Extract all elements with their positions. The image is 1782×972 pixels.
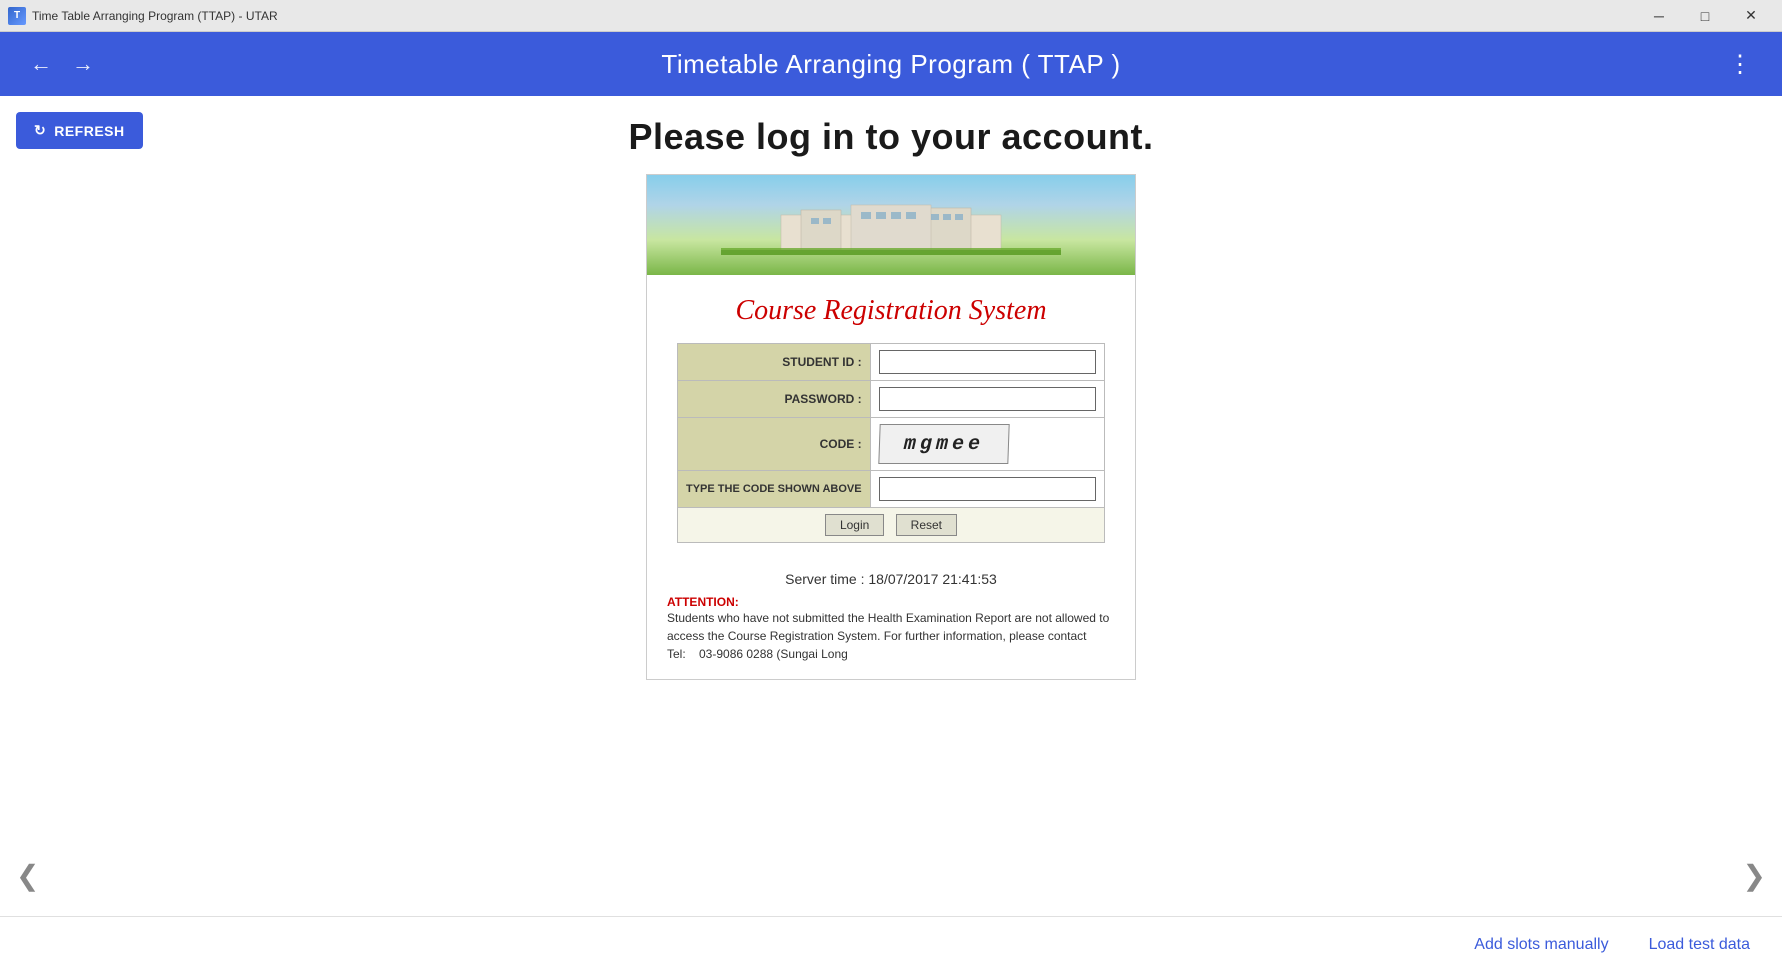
carousel-right-button[interactable]: ❯ xyxy=(1743,859,1766,892)
type-code-label: TYPE THE CODE SHOWN ABOVE xyxy=(678,471,871,508)
building-svg xyxy=(721,200,1061,255)
password-label: PASSWORD : xyxy=(678,381,871,418)
attention-title: ATTENTION: xyxy=(667,595,1115,609)
back-button[interactable]: ← xyxy=(20,47,62,81)
bottom-bar: Add slots manually Load test data xyxy=(0,916,1782,972)
forward-button[interactable]: → xyxy=(62,47,104,81)
server-time: Server time : 18/07/2017 21:41:53 xyxy=(647,559,1135,595)
table-row: CODE : mgmee xyxy=(678,418,1105,471)
btn-row-cell: Login Reset xyxy=(678,508,1105,543)
code-input-cell xyxy=(870,471,1104,508)
web-frame: Course Registration System STUDENT ID : … xyxy=(646,174,1136,680)
password-cell xyxy=(870,381,1104,418)
title-bar-left: T Time Table Arranging Program (TTAP) - … xyxy=(8,7,278,25)
refresh-icon: ↻ xyxy=(34,122,46,139)
university-image xyxy=(647,175,1135,275)
login-button[interactable]: Login xyxy=(825,514,884,536)
close-button[interactable]: ✕ xyxy=(1728,0,1774,32)
app-icon-label: T xyxy=(14,10,20,21)
title-bar: T Time Table Arranging Program (TTAP) - … xyxy=(0,0,1782,32)
course-title: Course Registration System xyxy=(647,275,1135,343)
app-header: ← → Timetable Arranging Program ( TTAP )… xyxy=(0,32,1782,96)
attention-text: Students who have not submitted the Heal… xyxy=(667,609,1115,663)
menu-button[interactable]: ⋮ xyxy=(1718,46,1762,83)
student-id-cell xyxy=(870,344,1104,381)
main-content: ↻ REFRESH Please log in to your account. xyxy=(0,96,1782,972)
refresh-button[interactable]: ↻ REFRESH xyxy=(16,112,143,149)
captcha-cell: mgmee xyxy=(870,418,1104,471)
captcha-text: mgmee xyxy=(903,433,984,456)
captcha-input[interactable] xyxy=(879,477,1096,501)
load-test-data-button[interactable]: Load test data xyxy=(1649,936,1750,954)
reset-button[interactable]: Reset xyxy=(896,514,957,536)
captcha-image: mgmee xyxy=(878,424,1009,464)
login-table: STUDENT ID : PASSWORD : CODE : mgmee xyxy=(677,343,1105,543)
add-slots-button[interactable]: Add slots manually xyxy=(1474,936,1608,954)
btn-row: Login Reset xyxy=(678,508,1105,543)
page-heading: Please log in to your account. xyxy=(0,96,1782,158)
carousel-left-button[interactable]: ❮ xyxy=(16,859,39,892)
table-row: PASSWORD : xyxy=(678,381,1105,418)
code-label: CODE : xyxy=(678,418,871,471)
minimize-button[interactable]: ─ xyxy=(1636,0,1682,32)
student-id-label: STUDENT ID : xyxy=(678,344,871,381)
password-input[interactable] xyxy=(879,387,1096,411)
title-bar-controls: ─ □ ✕ xyxy=(1636,0,1774,32)
title-bar-text: Time Table Arranging Program (TTAP) - UT… xyxy=(32,9,278,23)
refresh-label: REFRESH xyxy=(54,123,124,139)
app-icon: T xyxy=(8,7,26,25)
table-row: STUDENT ID : xyxy=(678,344,1105,381)
login-form-wrap: STUDENT ID : PASSWORD : CODE : mgmee xyxy=(647,343,1135,559)
maximize-button[interactable]: □ xyxy=(1682,0,1728,32)
student-id-input[interactable] xyxy=(879,350,1096,374)
attention-box: ATTENTION: Students who have not submitt… xyxy=(667,595,1115,663)
app-title: Timetable Arranging Program ( TTAP ) xyxy=(661,49,1120,80)
table-row: TYPE THE CODE SHOWN ABOVE xyxy=(678,471,1105,508)
